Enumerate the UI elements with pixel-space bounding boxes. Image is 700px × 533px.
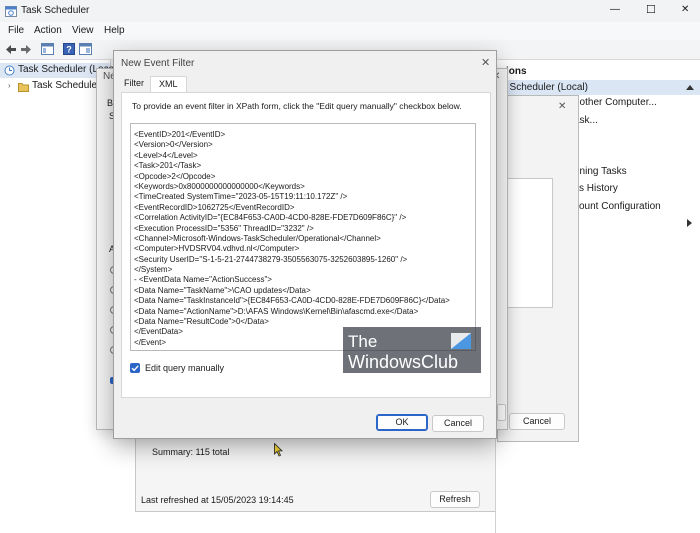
watermark-line1: The: [348, 332, 377, 351]
minimize-button[interactable]: —: [610, 4, 620, 15]
last-refreshed-text: Last refreshed at 15/05/2023 19:14:45: [141, 495, 294, 505]
menu-help[interactable]: Help: [104, 25, 125, 36]
xml-line: <Security UserID="S-1-5-21-2744738279-35…: [134, 254, 408, 264]
xml-line: <Data Name="TaskName">\CAO updates</Data…: [134, 285, 311, 295]
xml-line: <EventRecordID>1062725</EventRecordID>: [134, 202, 295, 212]
xml-line: - <EventData Name="ActionSuccess">: [134, 275, 272, 285]
mouse-cursor-icon: [274, 443, 284, 457]
watermark-line2: WindowsClub: [348, 352, 458, 372]
new-event-filter-dialog: New Event Filter ✕ Filter XML To provide…: [113, 50, 497, 439]
refresh-button[interactable]: Refresh: [430, 491, 480, 508]
xml-line: <Execution ProcessID="5356" ThreadID="32…: [134, 223, 314, 233]
xml-line: <Correlation ActivityID="{EC84F653-CA0D-…: [134, 213, 407, 223]
close-button[interactable]: ✕: [681, 4, 689, 15]
cancel-button[interactable]: Cancel: [509, 413, 565, 430]
edit-query-manually-label: Edit query manually: [145, 363, 225, 373]
actions-selected-label[interactable]: : Scheduler (Local): [504, 82, 588, 93]
ok-button[interactable]: OK: [376, 414, 428, 431]
menu-file[interactable]: File: [8, 25, 24, 36]
action-connect-computer[interactable]: nother Computer...: [574, 97, 657, 108]
forward-arrow-icon[interactable]: [20, 44, 32, 55]
xml-line: <TimeCreated SystemTime="2023-05-15T19:1…: [134, 192, 348, 202]
action-enable-history[interactable]: ks History: [574, 183, 618, 194]
xml-line: <Channel>Microsoft-Windows-TaskScheduler…: [134, 233, 381, 243]
console-tree: Task Scheduler (Loca › Task Schedule: [0, 60, 114, 533]
edit-query-manually-checkbox[interactable]: [130, 363, 140, 373]
app-title: Task Scheduler: [21, 5, 90, 16]
task-scheduler-node-icon: [4, 65, 15, 76]
chevron-right-icon[interactable]: ›: [8, 81, 11, 90]
instruction-text: To provide an event filter in XPath form…: [132, 101, 462, 111]
xml-line: <Data Name="ResultCode">0</Data>: [134, 317, 269, 327]
menu-action[interactable]: Action: [34, 25, 62, 36]
action-display-running-tasks[interactable]: nning Tasks: [574, 166, 627, 177]
title-bar: Task Scheduler — ☐ ✕: [0, 0, 700, 22]
xml-line: <Task>201</Task>: [134, 161, 202, 171]
show-pane-icon[interactable]: [79, 43, 92, 55]
xml-line: <Computer>HVDSRV04.vdhvd.nl</Computer>: [134, 244, 300, 254]
action-at-service-account[interactable]: count Configuration: [574, 201, 661, 212]
console-tree-icon[interactable]: [41, 43, 54, 55]
maximize-button[interactable]: ☐: [646, 3, 656, 16]
close-icon[interactable]: ✕: [558, 101, 566, 112]
tree-item-task-scheduler-library[interactable]: Task Schedule: [32, 80, 97, 91]
xml-line: <Version>0</Version>: [134, 140, 213, 150]
back-arrow-icon[interactable]: [5, 44, 17, 55]
svg-text:?: ?: [66, 45, 72, 55]
menu-view[interactable]: View: [72, 25, 94, 36]
xml-line: <EventID>201</EventID>: [134, 130, 226, 139]
xml-lines: <EventID>201</EventID> <Version>0</Versi…: [134, 124, 464, 348]
xml-line: <Keywords>0x8000000000000000</Keywords>: [134, 181, 305, 191]
summary-text: Summary: 115 total: [152, 447, 230, 457]
xml-line: <Level>4</Level>: [134, 150, 198, 160]
xml-line: <Data Name="ActionName">D:\AFAS Windows\…: [134, 306, 419, 316]
tab-filter[interactable]: Filter: [116, 76, 152, 92]
menu-bar: File Action View Help: [0, 22, 700, 40]
background-button-edge: [497, 404, 506, 421]
xml-line-cut: [134, 124, 464, 130]
tab-xml[interactable]: XML: [150, 76, 187, 92]
help-icon[interactable]: ?: [63, 43, 75, 55]
folder-icon: [18, 82, 29, 92]
close-icon[interactable]: ✕: [481, 56, 490, 69]
collapse-up-icon[interactable]: [686, 85, 694, 90]
cancel-button[interactable]: Cancel: [432, 415, 484, 432]
actions-selected-row: : Scheduler (Local): [496, 80, 700, 95]
xml-query-textarea[interactable]: <EventID>201</EventID> <Version>0</Versi…: [130, 123, 476, 351]
actions-header: ions: [506, 66, 527, 77]
xml-line: <Opcode>2</Opcode>: [134, 171, 216, 181]
submenu-arrow-icon[interactable]: [687, 219, 692, 227]
xml-line: </System>: [134, 265, 173, 275]
background-dialog-right: ✕ Cancel: [496, 95, 579, 442]
xml-line: <Data Name="TaskInstanceId">{EC84F653-CA…: [134, 296, 450, 306]
thewindowsclub-watermark-logo: The WindowsClub: [343, 327, 481, 373]
task-scheduler-icon: [5, 5, 17, 17]
dialog-title: New Event Filter: [121, 58, 195, 69]
